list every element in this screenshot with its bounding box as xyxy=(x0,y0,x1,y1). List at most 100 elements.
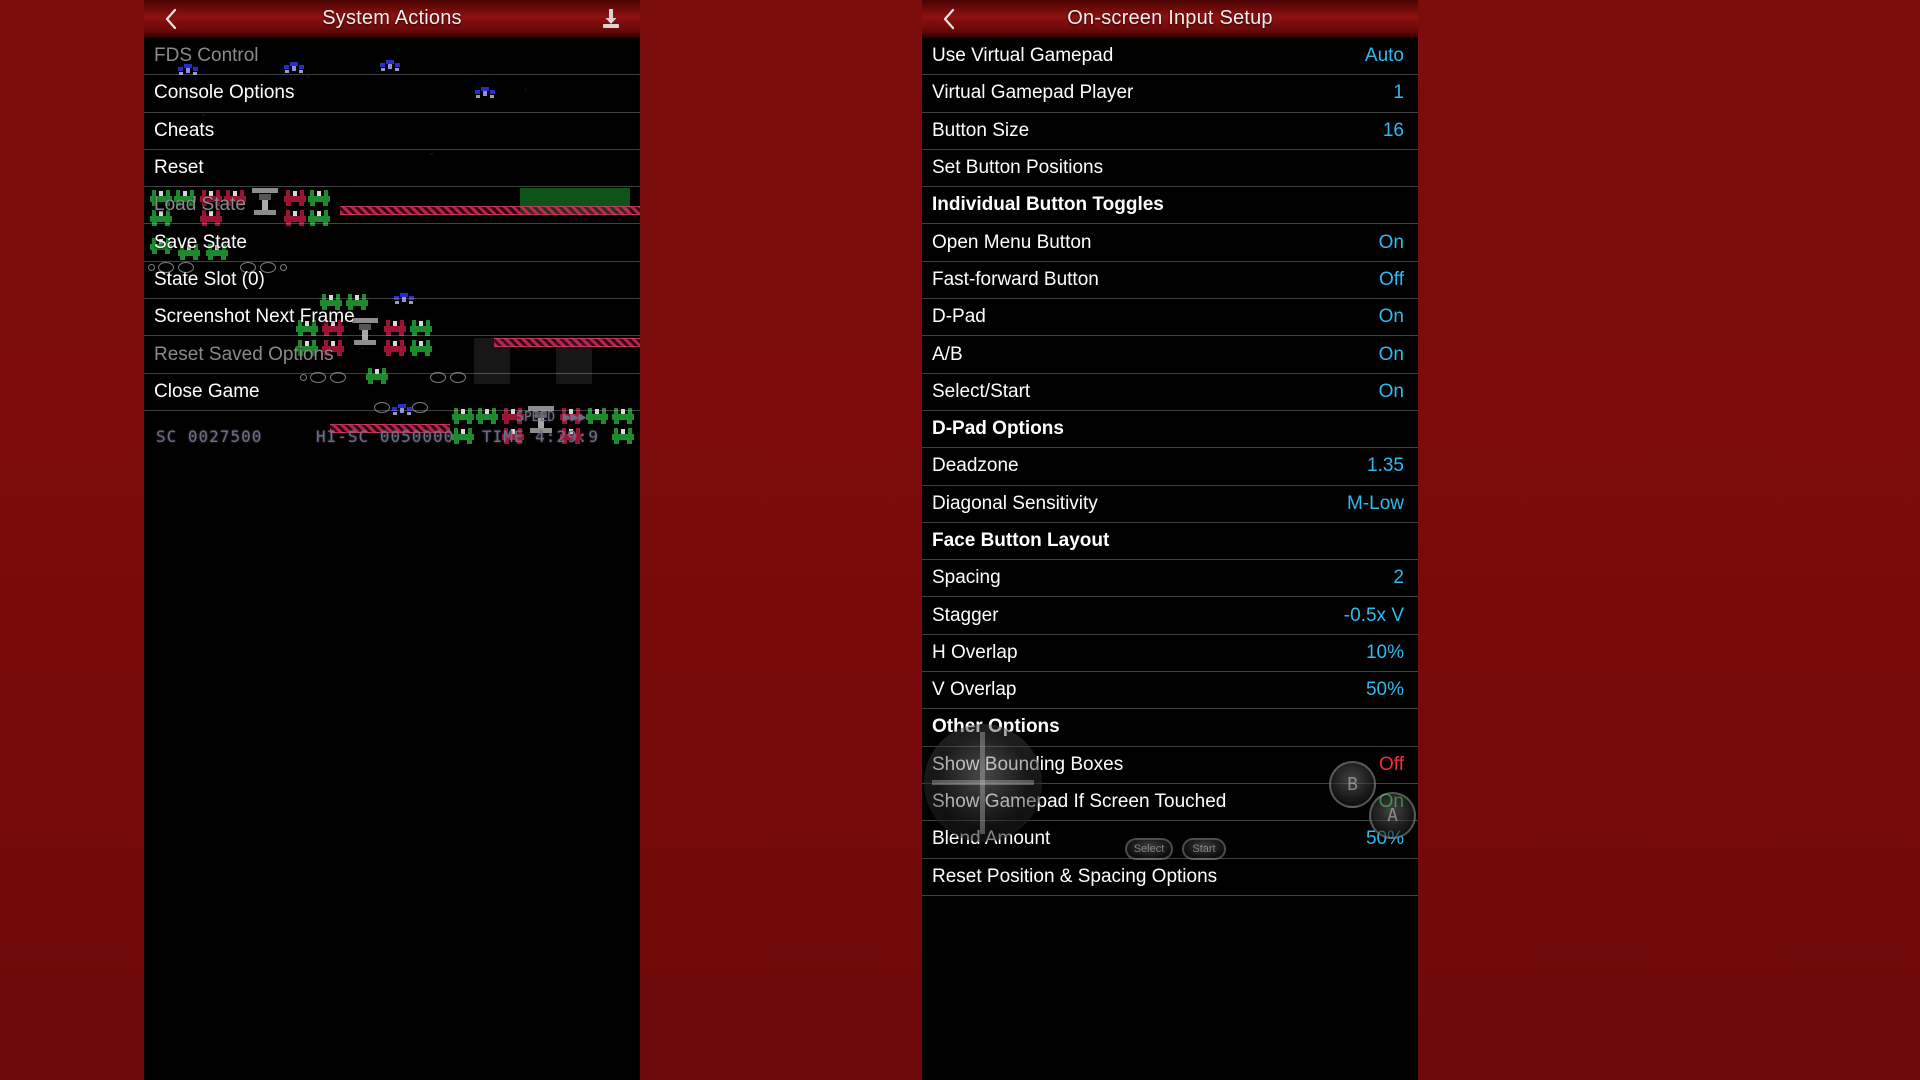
input-setting-row[interactable]: Deadzone 1.35 xyxy=(922,448,1418,486)
save-state-download-icon[interactable] xyxy=(594,0,628,37)
input-setting-label: Set Button Positions xyxy=(932,157,1104,179)
input-setting-row: Face Button Layout xyxy=(922,523,1418,561)
input-setting-value: 16 xyxy=(1382,119,1404,141)
left-panel-header: System Actions xyxy=(144,0,640,38)
input-setting-row[interactable]: Open Menu Button On xyxy=(922,224,1418,262)
input-setting-row[interactable]: D-Pad On xyxy=(922,299,1418,337)
system-action-label: Close Game xyxy=(154,380,260,402)
input-setting-label: H Overlap xyxy=(932,641,1018,663)
input-setting-row[interactable]: V Overlap 50% xyxy=(922,672,1418,710)
input-setting-value: 1.35 xyxy=(1367,455,1404,477)
input-setting-row[interactable]: Show Bounding Boxes Off xyxy=(922,747,1418,784)
input-setting-label: Other Options xyxy=(932,716,1060,738)
input-setting-label: Diagonal Sensitivity xyxy=(932,492,1098,514)
system-action-row[interactable]: Reset xyxy=(144,150,640,188)
input-setting-label: V Overlap xyxy=(932,679,1017,701)
game-beam xyxy=(330,424,450,433)
input-setting-row[interactable]: Set Button Positions xyxy=(922,150,1418,188)
input-setting-row[interactable]: Blend Amount 50% xyxy=(922,821,1418,859)
input-setting-label: Reset Position & Spacing Options xyxy=(932,865,1218,887)
right-panel-title: On-screen Input Setup xyxy=(1067,7,1273,29)
input-setting-label: Spacing xyxy=(932,567,1001,589)
input-setting-row[interactable]: Select/Start On xyxy=(922,374,1418,411)
input-setting-row: D-Pad Options xyxy=(922,411,1418,449)
input-setting-label: A/B xyxy=(932,343,963,365)
input-setting-row[interactable]: Stagger -0.5x V xyxy=(922,597,1418,635)
system-action-label: Reset xyxy=(154,157,204,179)
system-action-label: Reset Saved Options xyxy=(154,343,334,365)
input-setting-label: Blend Amount xyxy=(932,828,1051,850)
input-setting-value: -0.5x V xyxy=(1343,604,1404,626)
input-setting-label: Button Size xyxy=(932,119,1030,141)
input-setting-value: On xyxy=(1378,380,1404,402)
game-sprite-alien xyxy=(502,428,524,444)
input-setting-label: Fast-forward Button xyxy=(932,268,1099,290)
system-action-row[interactable]: Cheats xyxy=(144,113,640,150)
input-setting-label: Stagger xyxy=(932,604,999,626)
right-panel-header: On-screen Input Setup xyxy=(922,0,1418,38)
system-action-label: FDS Control xyxy=(154,45,259,67)
input-setting-row[interactable]: Diagonal Sensitivity M-Low xyxy=(922,486,1418,523)
system-action-label: Load State xyxy=(154,194,246,216)
input-setting-label: Show Bounding Boxes xyxy=(932,753,1124,775)
system-action-label: Console Options xyxy=(154,82,295,104)
input-setting-value: 1 xyxy=(1393,82,1404,104)
input-setting-value: M-Low xyxy=(1346,492,1404,514)
system-action-row[interactable]: Screenshot Next Frame xyxy=(144,299,640,337)
input-setting-row[interactable]: Spacing 2 xyxy=(922,560,1418,598)
input-setting-row[interactable]: Virtual Gamepad Player 1 xyxy=(922,75,1418,113)
input-setting-value: 2 xyxy=(1393,567,1404,589)
input-setting-value: Auto xyxy=(1364,45,1404,67)
game-sprite-alien xyxy=(612,428,634,444)
back-icon[interactable] xyxy=(932,0,966,37)
input-setting-value: On xyxy=(1378,231,1404,253)
system-action-row[interactable]: Save State xyxy=(144,224,640,262)
system-action-row[interactable]: State Slot (0) xyxy=(144,262,640,300)
onscreen-input-settings-list: Use Virtual Gamepad Auto Virtual Gamepad P… xyxy=(922,38,1418,896)
input-setting-label: Face Button Layout xyxy=(932,530,1110,551)
input-setting-label: Individual Button Toggles xyxy=(932,194,1164,216)
game-sprite-alien xyxy=(452,428,474,444)
input-setting-row[interactable]: Reset Position & Spacing Options xyxy=(922,859,1418,896)
input-setting-value: Off xyxy=(1379,753,1404,775)
input-setting-row[interactable]: Fast-forward Button Off xyxy=(922,262,1418,300)
input-setting-row: Individual Button Toggles xyxy=(922,187,1418,225)
system-action-label: Save State xyxy=(154,231,247,253)
system-action-label: Cheats xyxy=(154,119,215,141)
system-actions-menu: FDS Control Console Options Cheats Reset Loa… xyxy=(144,38,640,411)
input-setting-value: Off xyxy=(1379,268,1404,290)
input-setting-label: D-Pad xyxy=(932,306,986,328)
system-action-row[interactable]: Reset Saved Options xyxy=(144,336,640,374)
system-actions-panel: System Actions SC 0027500 HI-SC 0050000 … xyxy=(144,0,640,1080)
input-setting-label: Show Gamepad If Screen Touched xyxy=(932,791,1227,813)
input-setting-row: Other Options xyxy=(922,709,1418,747)
system-action-label: Screenshot Next Frame xyxy=(154,306,355,328)
input-setting-label: D-Pad Options xyxy=(932,418,1064,440)
input-setting-label: Virtual Gamepad Player xyxy=(932,82,1134,104)
onscreen-input-setup-panel: On-screen Input Setup Use Virtual Gamepa… xyxy=(922,0,1418,1080)
input-setting-value: On xyxy=(1378,306,1404,328)
system-action-label: State Slot (0) xyxy=(154,268,265,290)
left-panel-title: System Actions xyxy=(322,7,462,29)
input-setting-value: On xyxy=(1378,343,1404,365)
input-setting-row[interactable]: Button Size 16 xyxy=(922,113,1418,150)
game-sprite-alien xyxy=(560,428,582,444)
input-setting-value: On xyxy=(1378,791,1404,813)
input-setting-row[interactable]: Show Gamepad If Screen Touched On xyxy=(922,784,1418,822)
input-setting-value: 50% xyxy=(1365,828,1404,850)
input-setting-row[interactable]: Use Virtual Gamepad Auto xyxy=(922,38,1418,76)
screen-root: System Actions SC 0027500 HI-SC 0050000 … xyxy=(0,0,1920,1080)
system-action-row[interactable]: Console Options xyxy=(144,75,640,113)
input-setting-label: Select/Start xyxy=(932,380,1031,402)
input-setting-row[interactable]: A/B On xyxy=(922,336,1418,374)
input-setting-label: Use Virtual Gamepad xyxy=(932,45,1114,67)
system-action-row[interactable]: Close Game xyxy=(144,374,640,411)
input-setting-label: Open Menu Button xyxy=(932,231,1092,253)
input-setting-value: 50% xyxy=(1365,679,1404,701)
system-action-row[interactable]: FDS Control xyxy=(144,38,640,76)
input-setting-value: 10% xyxy=(1365,641,1404,663)
system-action-row[interactable]: Load State xyxy=(144,187,640,225)
input-setting-row[interactable]: H Overlap 10% xyxy=(922,635,1418,673)
input-setting-label: Deadzone xyxy=(932,455,1019,477)
back-icon[interactable] xyxy=(154,0,188,37)
